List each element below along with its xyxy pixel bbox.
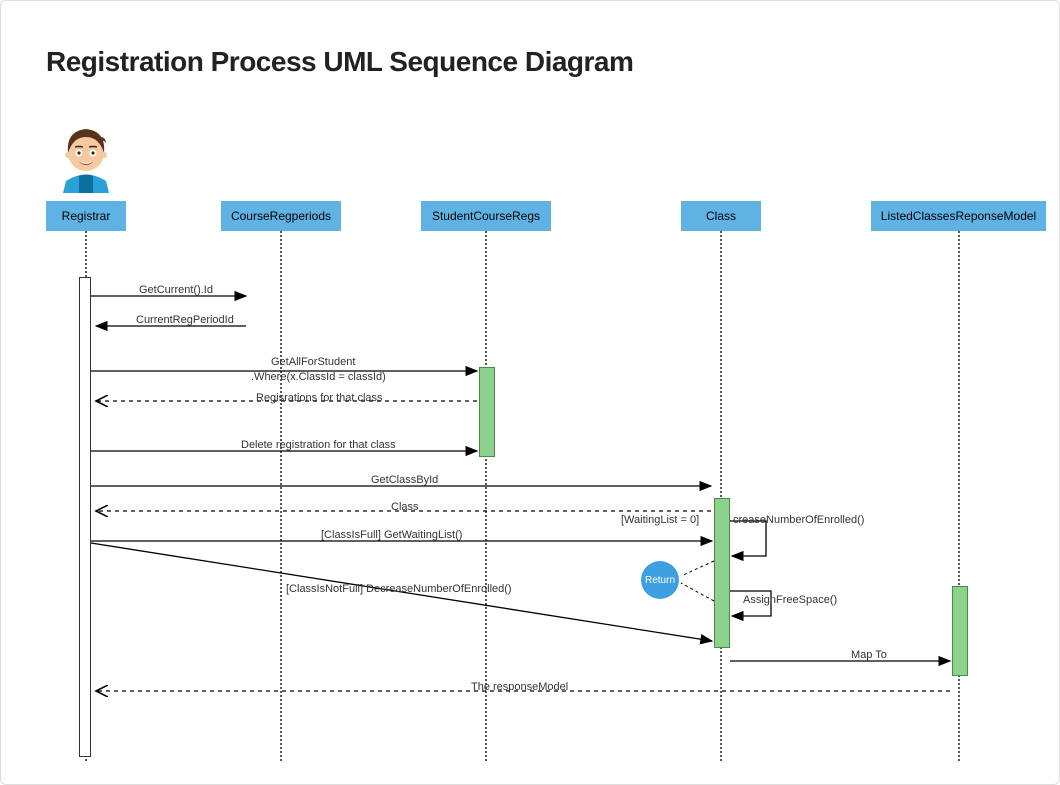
diagram-title: Registration Process UML Sequence Diagra… [46,46,633,78]
lifeline-courseregperiods [280,231,282,761]
msg-registrations: Regisrations for that class [256,392,383,404]
msg-deletereg: Delete registration for that class [241,439,396,451]
msg-getclassbyid: GetClassById [371,474,438,486]
lifeline-head-listedclassesresponsemodel: ListedClassesReponseModel [871,201,1046,231]
lifeline-head-courseregperiods: CourseRegperiods [221,201,341,231]
lifeline-class [720,231,722,761]
lifeline-listedclassesresponsemodel [958,231,960,761]
msg-classisnotfull: [ClassIsNotFull] DecreaseNumberOfEnrolle… [286,583,512,595]
activation-listedmodel [952,586,968,676]
activation-class [714,498,730,648]
diagram-canvas: Registration Process UML Sequence Diagra… [0,0,1060,785]
arrows-overlay [1,1,1060,785]
actor-avatar [51,113,121,193]
msg-mapto: Map To [851,649,887,661]
msg-waitinglistzero: [WaitingList = 0] [621,514,699,526]
msg-getallforstudent-b: .Where(x.ClassId = classId) [251,371,386,383]
lifeline-head-registrar: Registrar [46,201,126,231]
return-label: Return [645,575,675,586]
msg-getallforstudent-a: GetAllForStudent [271,356,355,368]
lifeline-head-studentcourseregs: StudentCourseRegs [421,201,551,231]
activation-registrar [79,277,91,757]
msg-creasenumberenrolled: creaseNumberOfEnrolled() [733,514,864,526]
activation-studentcourseregs [479,367,495,457]
msg-responsemodel: The responseModel [471,681,568,693]
msg-getcurrent: GetCurrent().Id [139,284,213,296]
msg-currentregperiodid: CurrentRegPeriodId [136,314,234,326]
msg-assignfreespace: AssignFreeSpace() [743,594,837,606]
return-node: Return [641,561,679,599]
msg-classisfull: [ClassIsFull] GetWaitingList() [321,529,462,541]
lifeline-head-class: Class [681,201,761,231]
msg-classreturn: Class [391,501,419,513]
